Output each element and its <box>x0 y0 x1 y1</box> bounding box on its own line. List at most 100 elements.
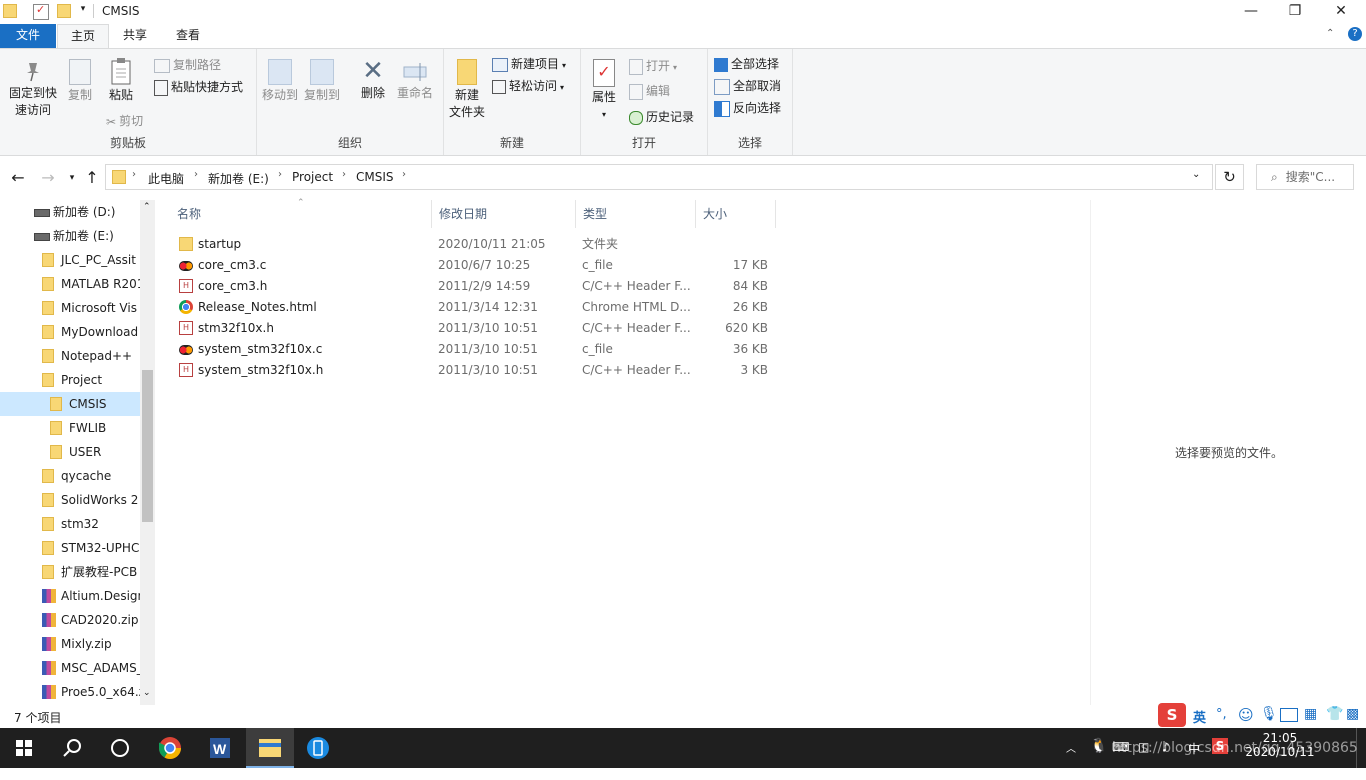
tree-item[interactable]: 新加卷 (E:) <box>0 224 140 248</box>
column-header-date[interactable]: 修改日期 <box>432 200 576 228</box>
copy-path-button[interactable]: 复制路径 <box>154 55 221 75</box>
search-input[interactable]: ⌕ 搜索"C... <box>1256 164 1354 190</box>
tree-item[interactable]: STM32-UPHC <box>0 536 140 560</box>
tree-item[interactable]: MATLAB R201 <box>0 272 140 296</box>
sogou-ime-icon[interactable]: S <box>1158 703 1186 727</box>
scrollbar-thumb[interactable] <box>142 370 153 522</box>
ime-grid-icon[interactable]: ▩ <box>1346 706 1359 722</box>
file-row[interactable]: startup 2020/10/11 21:05 文件夹 <box>170 234 790 255</box>
copy-button[interactable]: 复制 <box>62 59 98 104</box>
chrome-icon[interactable] <box>146 728 194 768</box>
cut-button[interactable]: ✂ 剪切 <box>106 111 143 131</box>
tree-item[interactable]: MyDownload <box>0 320 140 344</box>
select-none-button[interactable]: 全部取消 <box>714 76 781 96</box>
skin-shirt-icon[interactable]: 👕 <box>1326 706 1343 722</box>
delete-button[interactable]: ✕ 删除 <box>353 58 393 102</box>
open-button[interactable]: 打开 ▾ <box>629 56 677 76</box>
pin-quick-access-button[interactable]: 固定到快 速访问 <box>4 59 62 119</box>
tree-item[interactable]: Notepad++ <box>0 344 140 368</box>
tree-item[interactable]: Altium.Design <box>0 584 140 608</box>
task-view-icon[interactable] <box>96 728 144 768</box>
recent-locations-chevron-icon[interactable]: ▾ <box>62 168 82 188</box>
tree-item[interactable]: 扩展教程-PCB <box>0 560 140 584</box>
tree-item[interactable]: CAD2020.zip <box>0 608 140 632</box>
tree-scrollbar[interactable]: ⌃ ⌄ <box>140 200 155 705</box>
file-row[interactable]: system_stm32f10x.c 2011/3/10 10:51 c_file 3… <box>170 339 790 360</box>
new-item-button[interactable]: 新建项目 ▾ <box>492 54 566 74</box>
scroll-up-icon[interactable]: ⌃ <box>143 202 151 212</box>
tab-home[interactable]: 主页 <box>57 24 109 49</box>
breadcrumb-project[interactable]: Project <box>292 170 333 184</box>
emoji-icon[interactable]: ☺ <box>1238 706 1254 724</box>
show-hidden-icons-chevron-icon[interactable]: ︿ <box>1066 740 1076 780</box>
new-group: 新建 文件夹 新建项目 ▾ 轻松访问 ▾ 新建 <box>444 49 581 155</box>
copy-to-button[interactable]: 复制到 <box>301 59 343 104</box>
file-explorer-icon[interactable] <box>246 728 294 768</box>
scroll-down-icon[interactable]: ⌄ <box>143 688 151 698</box>
refresh-button[interactable]: ↻ <box>1215 164 1244 190</box>
file-row[interactable]: Hcore_cm3.h 2011/2/9 14:59 C/C++ Header F.… <box>170 276 790 297</box>
collapse-ribbon-icon[interactable]: ⌃ <box>1326 28 1334 39</box>
file-row[interactable]: Hstm32f10x.h 2011/3/10 10:51 C/C++ Header … <box>170 318 790 339</box>
file-date: 2010/6/7 10:25 <box>438 258 531 272</box>
forward-arrow-icon[interactable]: → <box>38 168 58 188</box>
up-arrow-icon[interactable]: ↑ <box>82 168 102 188</box>
column-header-size[interactable]: 大小 <box>696 200 776 228</box>
file-row[interactable]: Release_Notes.html 2011/3/14 12:31 Chrome … <box>170 297 790 318</box>
breadcrumb-cmsis[interactable]: CMSIS <box>356 170 394 184</box>
search-icon[interactable] <box>48 728 96 768</box>
breadcrumb-this-pc[interactable]: 此电脑 <box>148 170 184 187</box>
tab-view[interactable]: 查看 <box>163 24 213 48</box>
ime-language-toggle[interactable]: 英 <box>1193 707 1206 726</box>
word-icon[interactable]: W <box>196 728 244 768</box>
paste-shortcut-button[interactable]: 粘贴快捷方式 <box>154 77 243 97</box>
new-folder-quick-icon[interactable] <box>57 4 71 18</box>
edit-button[interactable]: 编辑 <box>629 81 670 101</box>
tree-item[interactable]: SolidWorks 2 <box>0 488 140 512</box>
tree-item[interactable]: Proe5.0_x64.z <box>0 680 140 704</box>
tree-item[interactable]: USER <box>0 440 140 464</box>
back-arrow-icon[interactable]: ← <box>8 168 28 188</box>
phone-app-icon[interactable] <box>294 728 342 768</box>
tree-item[interactable]: CMSIS <box>0 392 140 416</box>
qq-tray-icon[interactable]: 🐧 <box>1090 738 1107 778</box>
move-to-button[interactable]: 移动到 <box>259 59 301 104</box>
minimize-button[interactable]: — <box>1228 0 1274 24</box>
properties-button[interactable]: ✓ 属性 ▾ <box>587 59 621 123</box>
easy-access-button[interactable]: 轻松访问 ▾ <box>492 76 564 96</box>
customize-toolbar-icon[interactable]: ▾ <box>76 4 90 18</box>
tree-item[interactable]: qycache <box>0 464 140 488</box>
history-button[interactable]: 历史记录 <box>629 107 694 127</box>
new-folder-button[interactable]: 新建 文件夹 <box>446 59 488 121</box>
tab-file[interactable]: 文件 <box>0 24 56 48</box>
start-windows-icon[interactable] <box>0 728 48 768</box>
tree-item[interactable]: Microsoft Vis <box>0 296 140 320</box>
copy-to-icon <box>310 59 334 85</box>
column-header-type[interactable]: 类型 <box>576 200 696 228</box>
maximize-button[interactable]: ❐ <box>1272 0 1318 24</box>
tree-item[interactable]: MSC_ADAMS_ <box>0 656 140 680</box>
invert-selection-button[interactable]: 反向选择 <box>714 98 781 118</box>
properties-quick-icon[interactable]: ✓ <box>33 3 49 20</box>
punctuation-icon[interactable]: °, <box>1216 707 1227 722</box>
help-icon[interactable]: ? <box>1348 27 1362 41</box>
breadcrumb-drive-e[interactable]: 新加卷 (E:) <box>208 170 269 187</box>
tree-item[interactable]: FWLIB <box>0 416 140 440</box>
toolbox-icon[interactable]: ▦ <box>1304 706 1317 722</box>
select-all-button[interactable]: 全部选择 <box>714 54 779 74</box>
tree-item[interactable]: Project <box>0 368 140 392</box>
tree-item[interactable]: JLC_PC_Assit <box>0 248 140 272</box>
tree-item[interactable]: stm32 <box>0 512 140 536</box>
file-row[interactable]: Hsystem_stm32f10x.h 2011/3/10 10:51 C/C++ … <box>170 360 790 381</box>
address-bar[interactable]: › 此电脑 › 新加卷 (E:) › Project › CMSIS › ⌄ <box>105 164 1213 190</box>
address-dropdown-chevron-icon[interactable]: ⌄ <box>1192 169 1200 180</box>
tab-share[interactable]: 共享 <box>110 24 160 48</box>
tree-item[interactable]: 新加卷 (D:) <box>0 200 140 224</box>
paste-button[interactable]: 粘贴 <box>102 57 140 104</box>
tree-item[interactable]: Mixly.zip <box>0 632 140 656</box>
microphone-icon[interactable]: 🎙 <box>1260 706 1278 722</box>
close-button[interactable]: ✕ <box>1318 0 1364 24</box>
keyboard-icon[interactable] <box>1280 708 1298 722</box>
rename-button[interactable]: 重命名 <box>393 59 437 102</box>
file-row[interactable]: core_cm3.c 2010/6/7 10:25 c_file 17 KB <box>170 255 790 276</box>
